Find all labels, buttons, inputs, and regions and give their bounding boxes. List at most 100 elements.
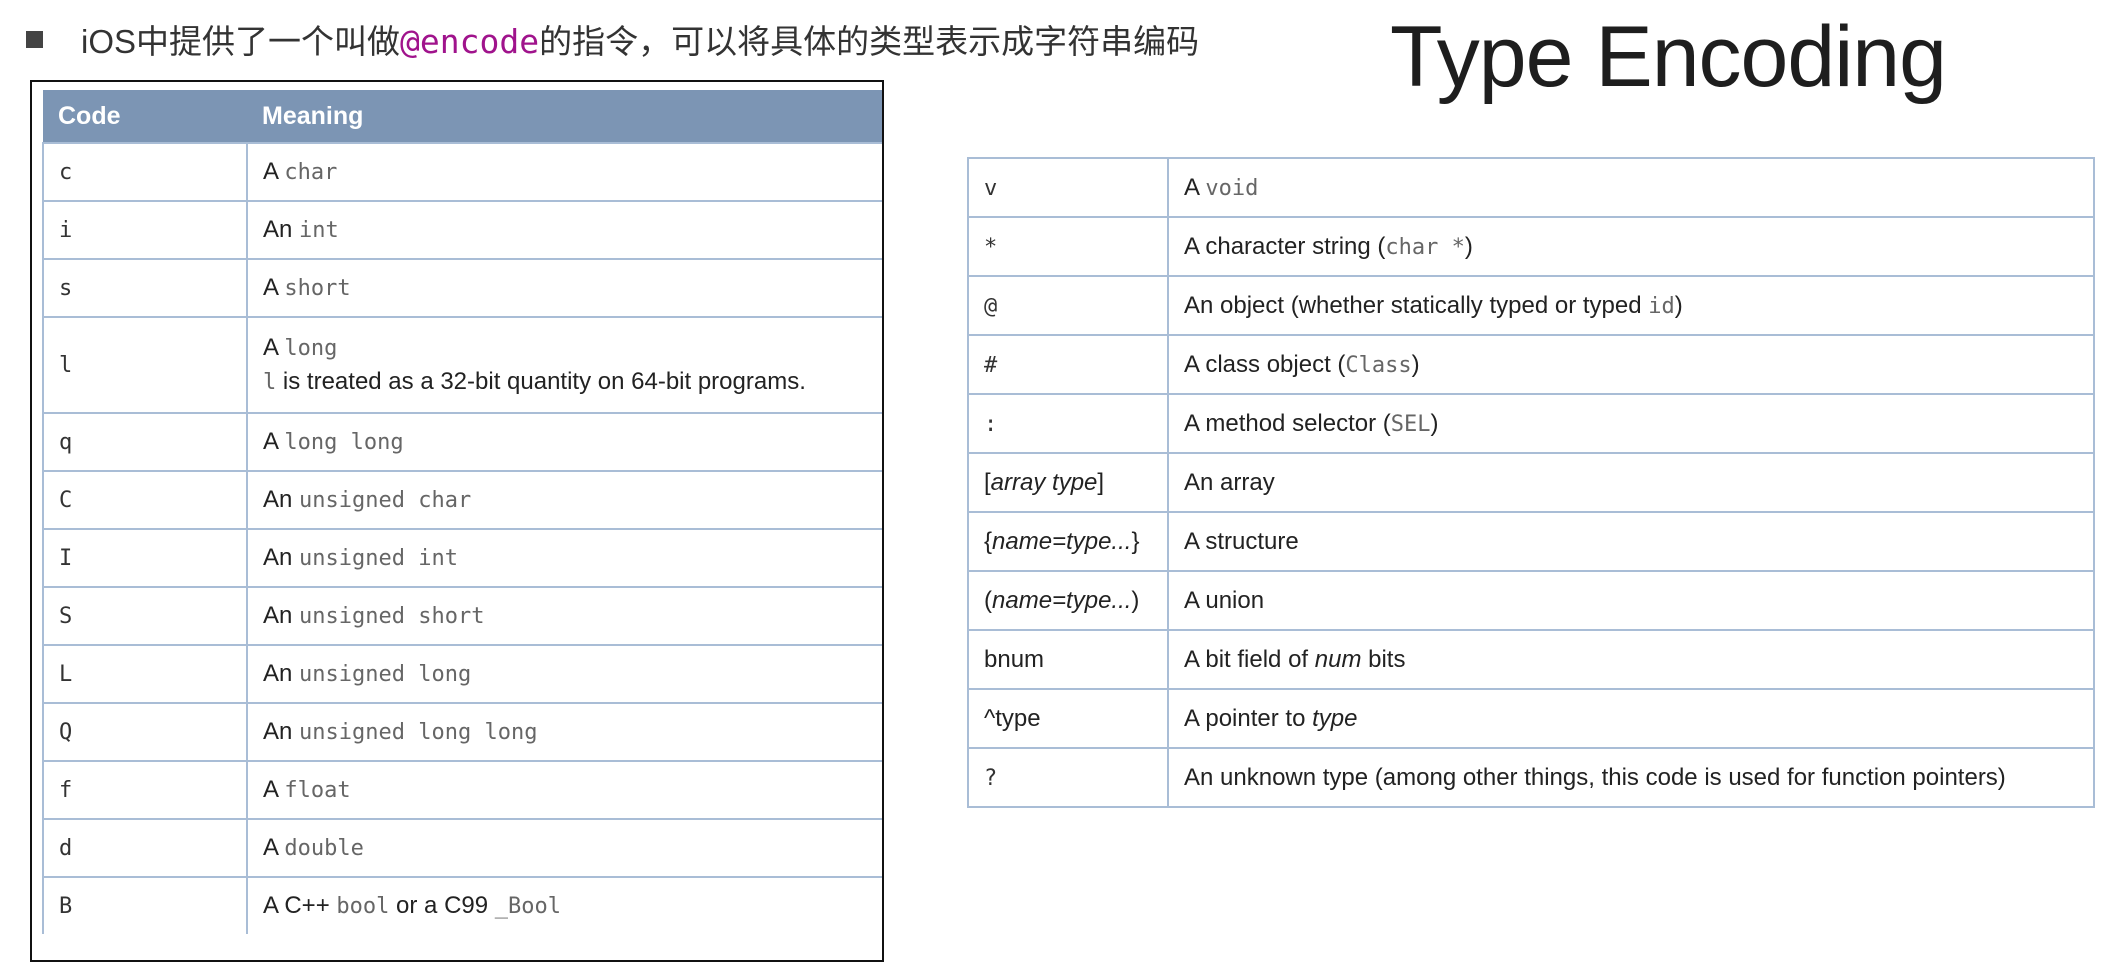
meaning-prefix: A C++ [263,892,337,919]
meaning-connector: or a C99 [389,892,495,919]
type-name: Class [1345,352,1412,378]
meaning-cell: An unsigned long [247,644,882,703]
type-name: SEL [1390,411,1431,437]
meaning-cell: A void [1167,157,2095,218]
meaning-prefix: A structure [1184,527,1299,555]
type-name: unsigned long [299,662,472,687]
type-code: c [59,160,73,185]
type-name: long long [284,430,404,455]
meaning-cell: An unsigned short [247,586,882,645]
meaning-cell: A long l is treated as a 32-bit quantity … [247,316,882,413]
table-row: bnum A bit field of num bits [967,629,2095,690]
meaning-suffix: bits [1361,645,1406,673]
code-suffix: ) [1131,586,1140,614]
table-row: {name=type...} A structure [967,511,2095,572]
type-code: f [59,778,73,803]
code-prefix: b [984,645,998,673]
code-prefix: { [984,527,993,555]
type-code: S [59,604,73,629]
meaning-cell: A union [1167,570,2095,631]
meaning-prefix: An object (whether statically typed or t… [1184,291,1649,319]
type-name: int [299,218,339,243]
table-row: s A short [42,258,882,317]
meaning-cell: An array [1167,452,2095,513]
code-cell: # [967,334,1169,395]
meaning-cell: A short [247,258,882,317]
code-suffix: } [1131,527,1140,555]
code-cell: I [42,528,248,587]
code-suffix: num [997,645,1045,673]
type-code: # [984,352,998,378]
type-name: id [1648,293,1675,319]
type-code: * [984,234,998,260]
bullet-text-after: 的指令，可以将具体的类型表示成字符串编码 [539,23,1200,60]
meaning-cell: An int [247,200,882,259]
code-cell: (name=type...) [967,570,1169,631]
code-cell: : [967,393,1169,454]
meaning-prefix: A [263,158,285,185]
code-prefix: ^type [984,704,1041,732]
type-name: unsigned long long [299,720,538,745]
right-table-body: v A void * A character string (char *) @ An o… [967,157,2095,808]
code-cell: Q [42,702,248,761]
code-cell: {name=type...} [967,511,1169,572]
meaning-cell: A char [247,142,882,201]
type-code: B [59,894,73,919]
code-placeholder: array type [990,468,1098,496]
code-cell: S [42,586,248,645]
code-prefix: [ [984,468,991,496]
meaning-prefix: A class object ( [1184,350,1346,378]
code-cell: l [42,316,248,413]
meaning-suffix: ) [1411,350,1420,378]
table-row: (name=type...) A union [967,570,2095,631]
meaning-prefix: A [263,834,285,861]
meaning-note: l is treated as a 32-bit quantity on 64-… [263,368,873,396]
meaning-prefix: A [263,428,285,455]
meaning-prefix: A [1184,173,1206,201]
type-code: L [59,662,73,687]
type-code: q [59,430,73,455]
type-name: long [284,336,338,361]
left-table-frame: Code Meaning cA char i An int s A short l A lo… [30,80,884,962]
bullet-square-icon [26,30,43,48]
code-cell: i [42,200,248,259]
left-table-body: cA char i An int s A short l A long l is treate… [42,142,882,934]
meaning-prefix: A bit field of [1184,645,1315,673]
table-row: ^type A pointer to type [967,688,2095,749]
table-row: lA long l is treated as a 32-bit quantity… [42,316,882,413]
type-code: ? [984,765,998,791]
code-cell: L [42,644,248,703]
type-name: bool [336,894,390,919]
encode-keyword: @encode [400,22,540,61]
meaning-prefix: An unknown type (among other things, thi… [1184,763,2006,791]
code-cell: d [42,818,248,877]
code-cell: * [967,216,1169,277]
meaning-prefix: A union [1184,586,1265,614]
table-row: S An unsigned short [42,586,882,645]
type-code: @ [984,293,998,319]
bullet-line: iOS中提供了一个叫做@encode的指令，可以将具体的类型表示成字符串编码 [26,14,1199,64]
table-row: v A void [967,157,2095,218]
meaning-cell: An unsigned int [247,528,882,587]
code-cell: @ [967,275,1169,336]
table-row: d A double [42,818,882,877]
meaning-prefix: An [263,544,300,571]
code-cell: c [42,142,248,201]
type-name: unsigned short [299,604,485,629]
meaning-cell: A bit field of num bits [1167,629,2095,690]
meaning-suffix: ) [1430,409,1439,437]
meaning-cell: A class object (Class) [1167,334,2095,395]
type-code: s [59,276,73,301]
table-row: f A float [42,760,882,819]
meaning-cell: An unknown type (among other things, thi… [1167,747,2095,808]
table-row: i An int [42,200,882,259]
meaning-emphasis: type [1312,704,1358,732]
table-row: B A C++ bool or a C99 _Bool [42,876,882,934]
meaning-cell: A C++ bool or a C99 _Bool [247,876,882,934]
code-cell: ? [967,747,1169,808]
code-cell: bnum [967,629,1169,690]
table-row: ? An unknown type (among other things, th… [967,747,2095,808]
right-encoding-table: v A void * A character string (char *) @ An o… [967,157,2095,808]
meaning-prefix: A [263,776,285,803]
code-cell: q [42,412,248,471]
